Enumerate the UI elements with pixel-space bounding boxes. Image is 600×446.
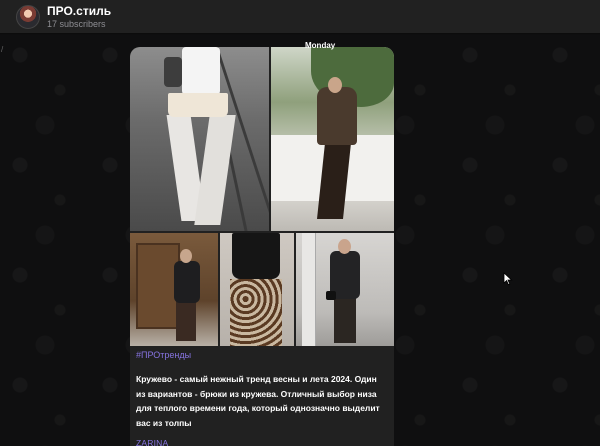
photo-decor xyxy=(328,77,342,93)
mouse-pointer-icon xyxy=(503,272,513,286)
subscriber-count: 17 subscribers xyxy=(47,18,106,29)
telegram-window: ПРО.стиль 17 subscribers / #ПРОтренды Кр… xyxy=(0,0,600,446)
photo-decor xyxy=(194,115,236,225)
photo-decor xyxy=(164,57,182,87)
message-text: Кружево - самый нежный тренд весны и лет… xyxy=(136,374,380,428)
message-caption: #ПРОтренды Кружево - самый нежный тренд … xyxy=(136,348,388,446)
album-photo-1[interactable] xyxy=(130,47,269,231)
photo-decor xyxy=(182,47,220,95)
album-photo-5[interactable] xyxy=(296,233,394,346)
photo-decor xyxy=(317,87,357,145)
photo-decor xyxy=(174,261,200,303)
photo-album[interactable] xyxy=(130,47,394,346)
photo-decor xyxy=(168,93,228,117)
channel-avatar[interactable] xyxy=(16,4,40,29)
album-photo-2[interactable] xyxy=(271,47,394,231)
album-photo-4[interactable] xyxy=(220,233,294,346)
message-bubble[interactable]: #ПРОтренды Кружево - самый нежный тренд … xyxy=(130,47,394,446)
photo-decor xyxy=(338,239,351,254)
photo-decor xyxy=(326,291,336,300)
hashtag-link[interactable]: #ПРОтренды xyxy=(136,348,388,362)
photo-decor xyxy=(180,249,192,263)
left-edge-mark: / xyxy=(1,45,4,54)
author-signature[interactable]: ZARINA xyxy=(136,438,388,446)
album-photo-3[interactable] xyxy=(130,233,218,346)
channel-title-block[interactable]: ПРО.стиль 17 subscribers xyxy=(47,5,111,29)
chat-header[interactable]: ПРО.стиль 17 subscribers xyxy=(0,0,600,34)
photo-decor xyxy=(232,233,280,279)
photo-decor xyxy=(334,297,356,343)
photo-decor xyxy=(230,279,282,346)
photo-decor xyxy=(302,233,316,346)
channel-name[interactable]: ПРО.стиль xyxy=(47,5,111,17)
date-separator: Monday xyxy=(305,41,336,50)
photo-decor xyxy=(176,301,196,341)
